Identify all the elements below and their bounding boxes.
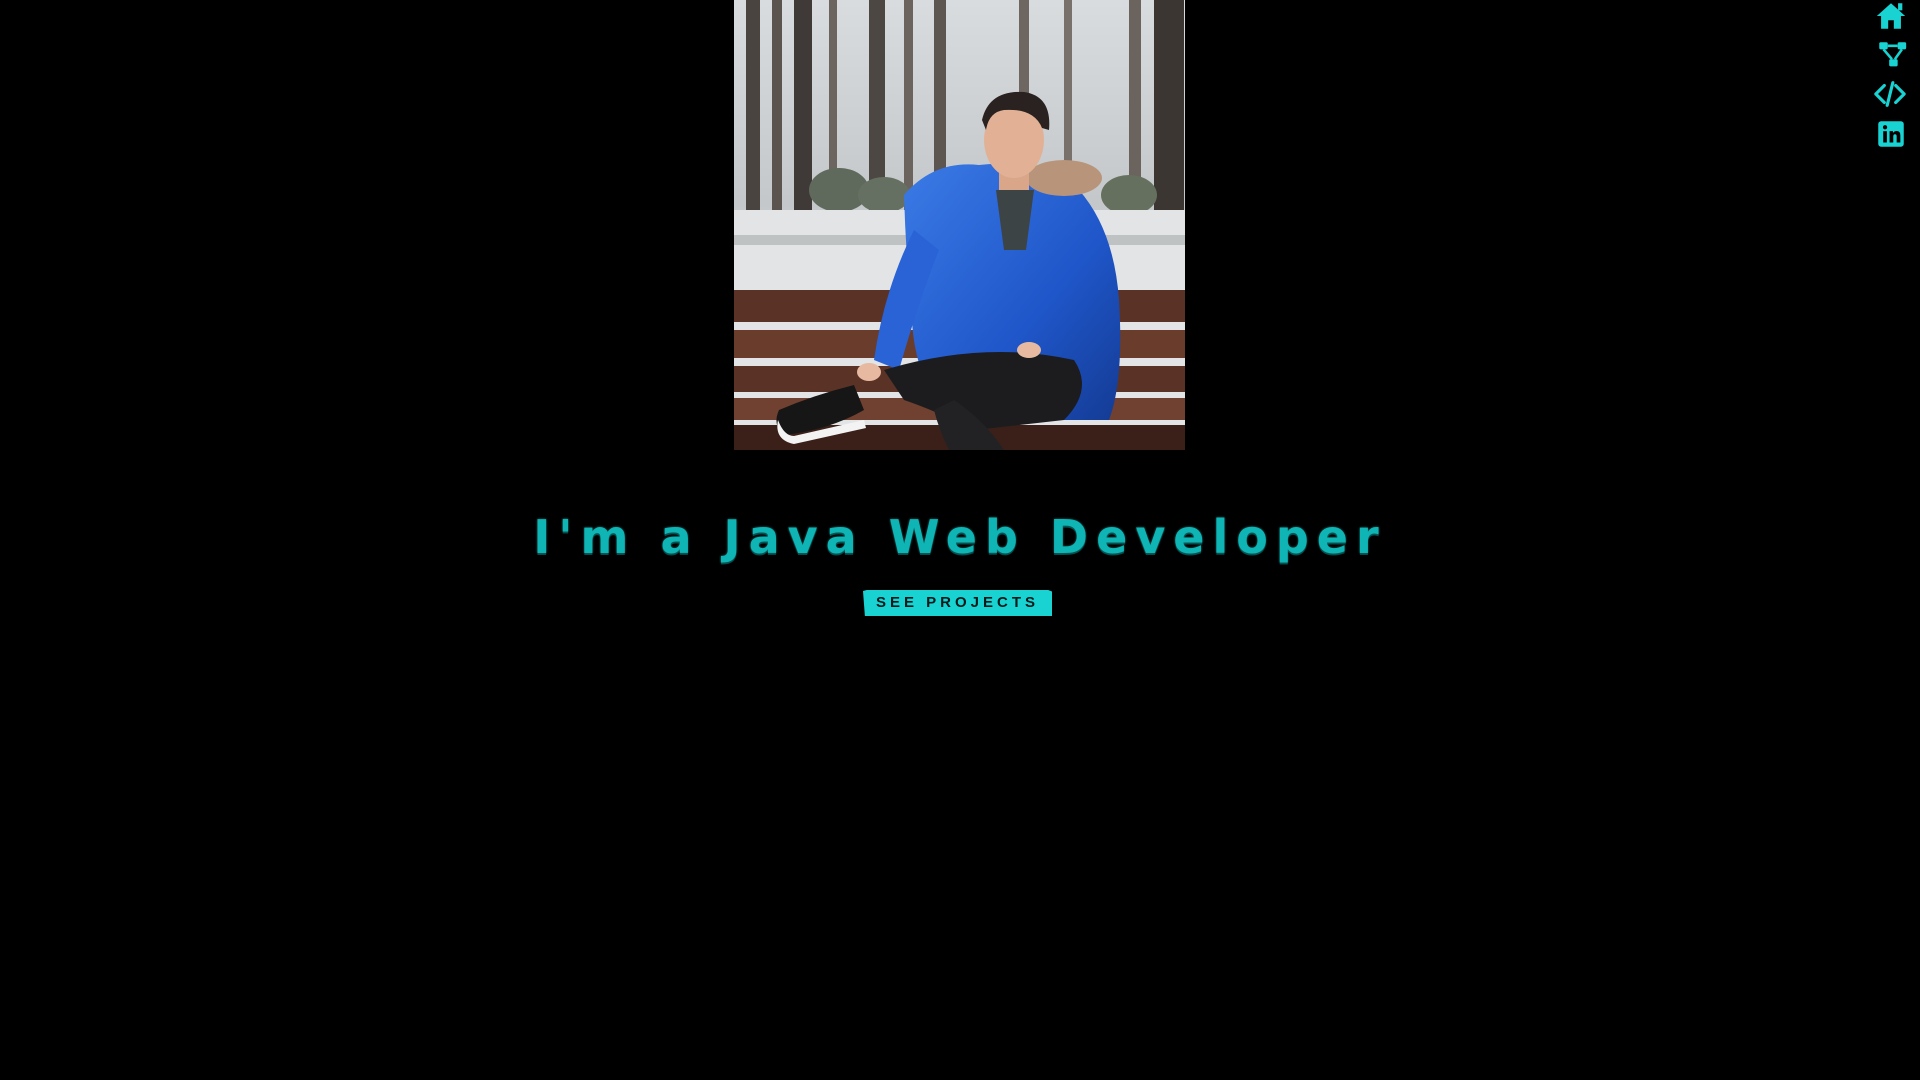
home-icon[interactable] [1874, 0, 1908, 33]
hero-photo [734, 0, 1185, 450]
page: I'm a Java Web Developer SEE PROJECTS [0, 0, 1920, 1080]
share-nodes-icon[interactable] [1875, 38, 1909, 72]
side-nav [1860, 0, 1920, 160]
code-icon[interactable] [1873, 77, 1907, 111]
hero-headline: I'm a Java Web Developer [533, 510, 1387, 564]
linkedin-icon[interactable] [1874, 117, 1908, 151]
see-projects-button[interactable]: SEE PROJECTS [863, 590, 1052, 616]
